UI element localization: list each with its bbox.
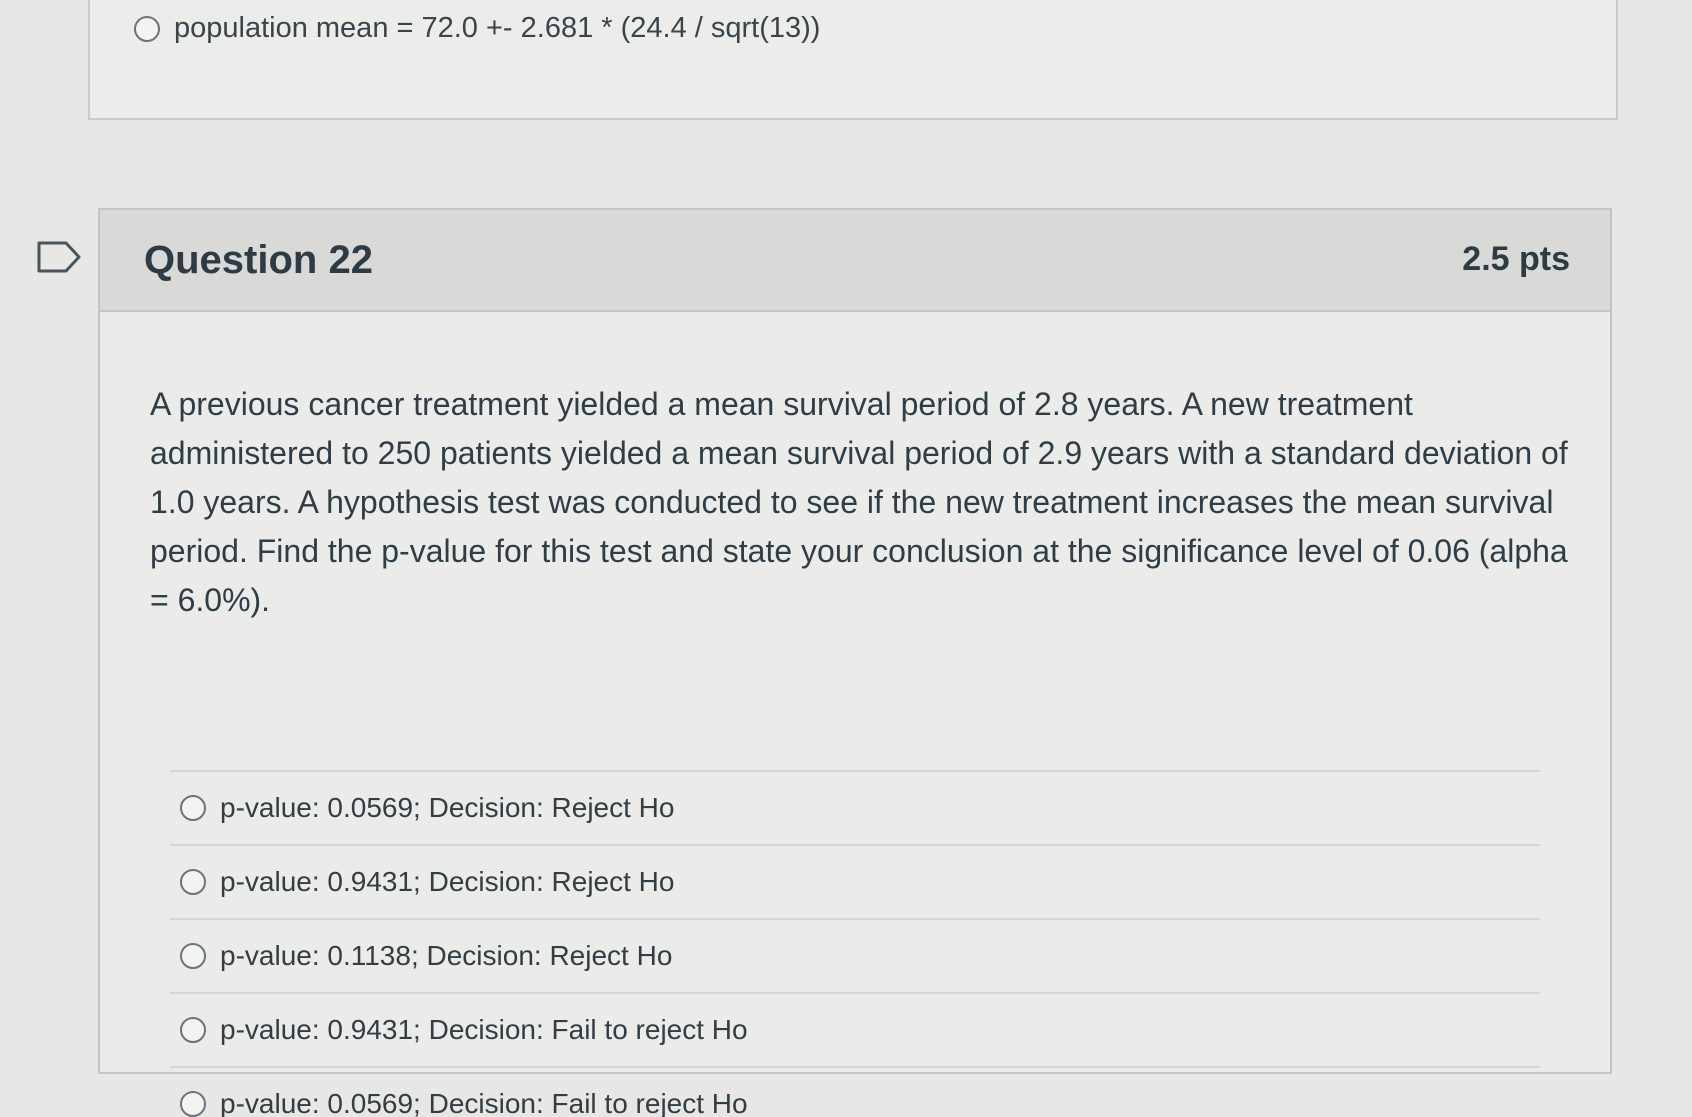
answer-option[interactable]: p-value: 0.9431; Decision: Fail to rejec… — [170, 992, 1540, 1066]
question-card: Question 22 2.5 pts A previous cancer tr… — [98, 208, 1612, 1117]
previous-answer-label: population mean = 72.0 +- 2.681 * (24.4 … — [174, 12, 821, 44]
previous-question-card: population mean = 72.0 +- 2.681 * (24.4 … — [88, 0, 1618, 120]
question-header: Question 22 2.5 pts — [100, 210, 1610, 312]
radio-button-icon[interactable] — [180, 1017, 206, 1043]
answer-label: p-value: 0.0569; Decision: Fail to rejec… — [220, 1088, 748, 1117]
answer-label: p-value: 0.0569; Decision: Reject Ho — [220, 792, 675, 823]
answer-label: p-value: 0.9431; Decision: Fail to rejec… — [220, 1014, 748, 1045]
radio-button-icon[interactable] — [180, 943, 206, 969]
answer-option[interactable]: p-value: 0.1138; Decision: Reject Ho — [170, 918, 1540, 992]
answer-option[interactable]: p-value: 0.9431; Decision: Reject Ho — [170, 844, 1540, 918]
quiz-page: population mean = 72.0 +- 2.681 * (24.4 … — [0, 0, 1692, 1117]
question-title: Question 22 — [144, 238, 373, 282]
radio-button-icon[interactable] — [180, 869, 206, 895]
answer-label: p-value: 0.1138; Decision: Reject Ho — [220, 940, 673, 971]
previous-answer-option[interactable]: population mean = 72.0 +- 2.681 * (24.4 … — [134, 12, 820, 45]
question-text: A previous cancer treatment yielded a me… — [150, 386, 1568, 618]
answer-option[interactable]: p-value: 0.0569; Decision: Reject Ho — [170, 770, 1540, 844]
question-points: 2.5 pts — [1462, 240, 1570, 278]
radio-button-icon[interactable] — [180, 795, 206, 821]
radio-button-icon[interactable] — [134, 15, 160, 42]
answer-list: p-value: 0.0569; Decision: Reject Ho p-v… — [170, 770, 1540, 1117]
answer-label: p-value: 0.9431; Decision: Reject Ho — [220, 866, 675, 897]
bookmark-flag-icon[interactable] — [36, 240, 82, 274]
answer-option[interactable]: p-value: 0.0569; Decision: Fail to rejec… — [170, 1066, 1540, 1117]
radio-button-icon[interactable] — [180, 1091, 206, 1117]
